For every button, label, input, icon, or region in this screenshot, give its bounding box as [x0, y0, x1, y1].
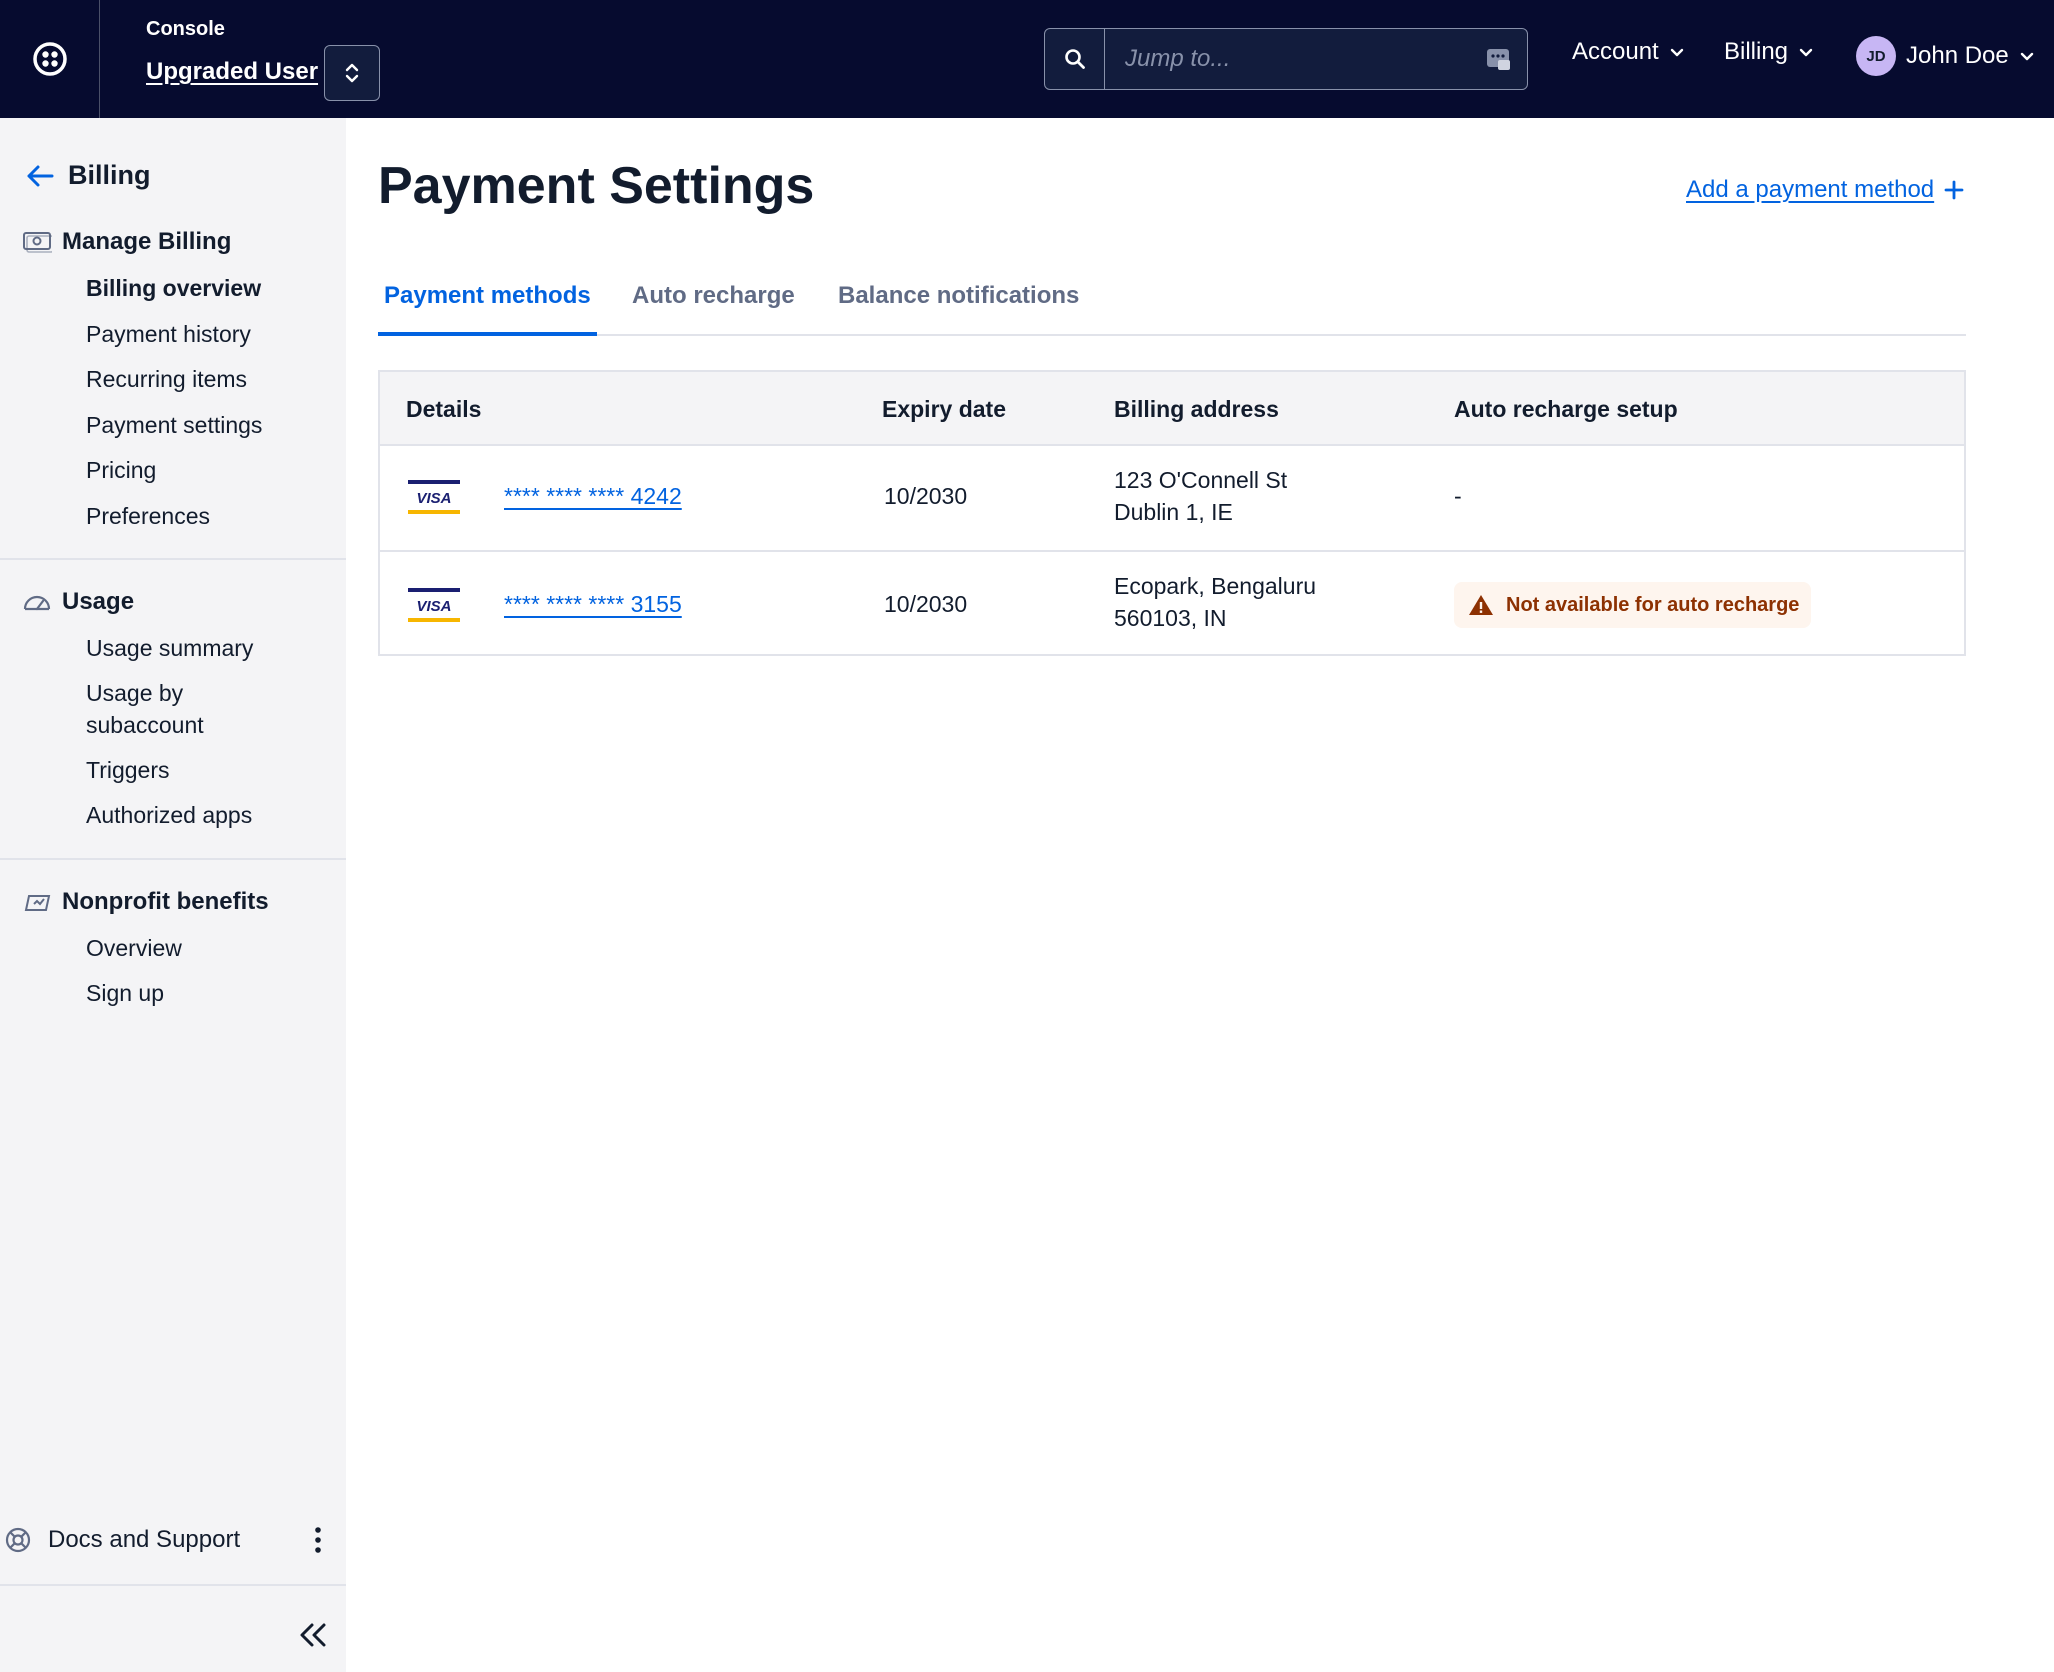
- sidebar: Billing Manage Billing Billing overview …: [0, 118, 346, 1672]
- status-badge: Not available for auto recharge: [1454, 582, 1812, 628]
- console-label: Console: [146, 18, 225, 40]
- logo-button[interactable]: [0, 0, 100, 118]
- table-row: VISA **** **** **** 3155 10/2030 Ecopark…: [380, 550, 1964, 654]
- section-title: Manage Billing: [62, 228, 232, 255]
- sidebar-back-title: Billing: [68, 160, 151, 190]
- visa-card-icon: VISA: [408, 588, 460, 622]
- collapse-sidebar-icon[interactable]: [296, 1620, 330, 1650]
- sidebar-item-pricing[interactable]: Pricing: [86, 454, 326, 486]
- account-name-link[interactable]: Upgraded User: [146, 58, 318, 86]
- search-icon: [1064, 49, 1085, 69]
- more-options-icon[interactable]: [312, 1524, 324, 1556]
- user-menu[interactable]: JD John Doe: [1856, 36, 2035, 76]
- keyboard-shortcut-icon: [1471, 29, 1527, 89]
- column-header-billing-address: Billing address: [1114, 396, 1279, 422]
- add-payment-method-link[interactable]: Add a payment method: [1686, 176, 1964, 204]
- table-row: VISA **** **** **** 4242 10/2030 123 O'C…: [380, 446, 1964, 550]
- card-number-link[interactable]: **** **** **** 4242: [504, 480, 682, 512]
- nonprofit-icon: [24, 895, 51, 911]
- tab-balance-notifications[interactable]: Balance notifications: [838, 282, 1079, 332]
- plus-icon: [1944, 180, 1964, 200]
- account-menu[interactable]: Account: [1572, 38, 1685, 66]
- warning-icon: [1469, 595, 1493, 615]
- chevron-down-icon: [1799, 48, 1813, 57]
- twilio-logo-icon: [32, 42, 67, 76]
- arrow-left-icon: [27, 165, 54, 186]
- sidebar-item-billing-overview[interactable]: Billing overview: [86, 272, 326, 304]
- search-input[interactable]: [1105, 29, 1471, 89]
- search-button[interactable]: [1045, 29, 1105, 89]
- billing-icon: [23, 232, 52, 253]
- billing-menu-label: Billing: [1724, 38, 1789, 65]
- chevron-up-down-icon: [345, 63, 359, 83]
- billing-address-line1: 123 O'Connell St: [1114, 467, 1288, 493]
- card-brand: VISA: [416, 490, 451, 507]
- billing-address-line1: Ecopark, Bengaluru: [1114, 573, 1317, 599]
- gauge-icon: [23, 595, 51, 611]
- sidebar-divider: [0, 858, 346, 860]
- billing-address-line2: Dublin 1, IE: [1114, 499, 1233, 525]
- sidebar-item-authorized-apps[interactable]: Authorized apps: [86, 799, 326, 831]
- account-menu-label: Account: [1572, 38, 1659, 65]
- expiry-date: 10/2030: [884, 483, 968, 509]
- tab-payment-methods[interactable]: Payment methods: [378, 282, 597, 336]
- page-title: Payment Settings: [378, 157, 815, 215]
- billing-address-line2: 560103, IN: [1114, 605, 1227, 631]
- sidebar-item-triggers[interactable]: Triggers: [86, 754, 326, 786]
- card-number-link[interactable]: **** **** **** 3155: [504, 588, 682, 620]
- column-header-expiry: Expiry date: [882, 396, 1006, 422]
- chevron-down-icon: [1670, 48, 1683, 57]
- account-switcher-button[interactable]: [324, 45, 380, 101]
- card-number: **** **** **** 3155: [504, 591, 682, 617]
- table-header: Details Expiry date Billing address Auto…: [380, 372, 1964, 446]
- payment-tabs: Payment methods Auto recharge Balance no…: [378, 278, 1966, 336]
- card-brand: VISA: [416, 598, 451, 615]
- jump-to-search: [1044, 28, 1528, 90]
- badge-label: Not available for auto recharge: [1506, 593, 1800, 616]
- docs-label: Docs and Support: [48, 1526, 241, 1553]
- expiry-date: 10/2030: [884, 591, 968, 617]
- lifebuoy-icon: [5, 1527, 31, 1553]
- sidebar-item-overview[interactable]: Overview: [86, 932, 326, 964]
- sidebar-item-payment-settings[interactable]: Payment settings: [86, 409, 326, 441]
- visa-card-icon: VISA: [408, 480, 460, 514]
- top-bar: Console Upgraded User Account: [0, 0, 2054, 118]
- billing-menu[interactable]: Billing: [1724, 38, 1814, 66]
- section-title: Nonprofit benefits: [62, 888, 269, 915]
- sidebar-section-nonprofit: Nonprofit benefits: [22, 888, 269, 916]
- payment-methods-table: Details Expiry date Billing address Auto…: [378, 370, 1966, 656]
- auto-recharge-value: -: [1454, 483, 1462, 509]
- back-to-billing-link[interactable]: Billing: [26, 160, 151, 191]
- sidebar-section-manage-billing: Manage Billing: [22, 228, 231, 256]
- section-title: Usage: [62, 588, 135, 615]
- sidebar-item-sign-up[interactable]: Sign up: [86, 977, 326, 1009]
- sidebar-item-payment-history[interactable]: Payment history: [86, 318, 326, 350]
- tab-auto-recharge[interactable]: Auto recharge: [632, 282, 795, 332]
- column-header-auto-recharge: Auto recharge setup: [1454, 396, 1678, 422]
- avatar: JD: [1856, 36, 1896, 76]
- sidebar-divider: [0, 558, 346, 560]
- sidebar-divider: [0, 1584, 346, 1586]
- column-header-details: Details: [406, 396, 482, 422]
- sidebar-section-usage: Usage: [22, 588, 134, 616]
- add-payment-method-label: Add a payment method: [1686, 176, 1935, 203]
- chevron-down-icon: [2020, 52, 2033, 61]
- docs-and-support[interactable]: Docs and Support: [4, 1520, 334, 1560]
- sidebar-item-usage-summary[interactable]: Usage summary: [86, 632, 326, 664]
- card-number: **** **** **** 4242: [504, 483, 682, 509]
- sidebar-item-usage-by-subaccount[interactable]: Usage by subaccount: [86, 677, 266, 741]
- user-name: John Doe: [1906, 42, 2009, 69]
- sidebar-item-recurring-items[interactable]: Recurring items: [86, 363, 326, 395]
- sidebar-item-preferences[interactable]: Preferences: [86, 500, 326, 532]
